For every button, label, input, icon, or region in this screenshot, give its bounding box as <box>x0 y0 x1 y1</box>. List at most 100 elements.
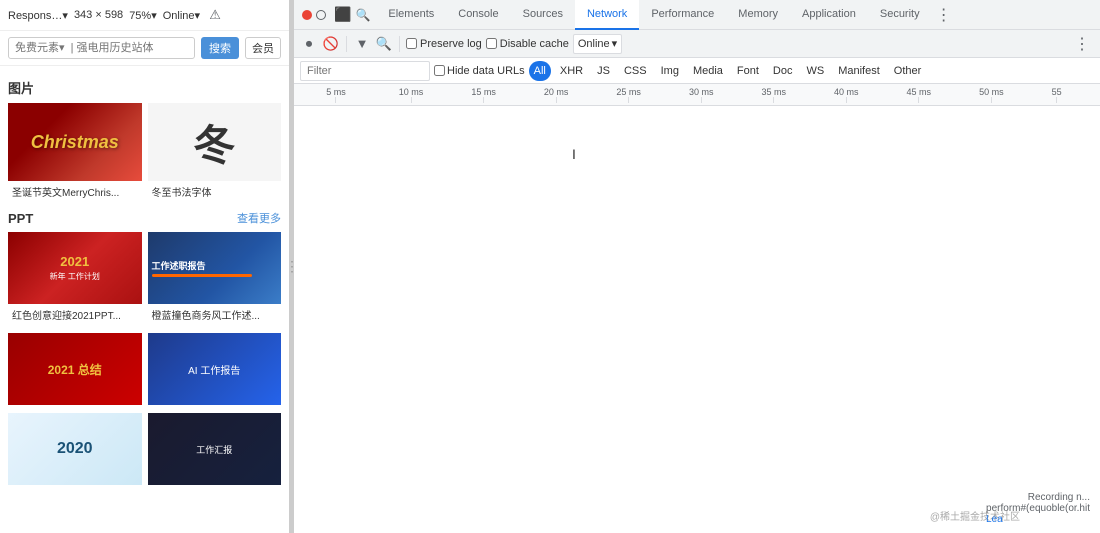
more-options-button[interactable]: ⋮ <box>1070 34 1094 54</box>
disable-cache-label[interactable]: Disable cache <box>486 38 569 50</box>
warning-icon[interactable]: ⚠ <box>206 6 224 24</box>
tab-memory[interactable]: Memory <box>726 0 790 30</box>
tick-15ms: 15 ms <box>471 87 496 103</box>
ppt-card-2020[interactable]: 2020 <box>8 413 142 485</box>
ppt-card-dark[interactable]: 工作汇报 <box>148 413 282 485</box>
search-input[interactable] <box>8 37 195 59</box>
christmas-image: Christmas <box>8 103 142 181</box>
filter-manifest-btn[interactable]: Manifest <box>833 61 885 81</box>
filter-other-btn[interactable]: Other <box>889 61 927 81</box>
image-grid: Christmas 圣诞节英文MerryChris... 冬 冬至书法字体 <box>8 103 281 202</box>
ppt-card-red[interactable]: 2021 新年 工作计划 红色创意迎接2021PPT... <box>8 232 142 325</box>
image-section-title: 图片 <box>8 78 281 97</box>
top-bar: Respons…▾ 343 × 598 75%▾ Online▾ ⚠ <box>0 0 289 31</box>
search-icon[interactable]: 🔍 <box>375 35 393 53</box>
vip-button[interactable]: 会员 <box>245 37 281 59</box>
preserve-log-label[interactable]: Preserve log <box>406 38 482 50</box>
left-panel: Respons…▾ 343 × 598 75%▾ Online▾ ⚠ 搜索 会员… <box>0 0 290 533</box>
tab-network[interactable]: Network <box>575 0 639 30</box>
timeline-ruler: 5 ms 10 ms 15 ms 20 ms 25 ms 30 ms <box>294 84 1100 106</box>
ppt-blue-caption: 橙蓝撞色商务风工作述... <box>148 304 282 325</box>
ppt-red-caption: 红色创意迎接2021PPT... <box>8 304 142 325</box>
clear-network-button[interactable]: 🚫 <box>322 35 340 53</box>
lea-link[interactable]: perform#(equoble(or.hit Lea <box>986 503 1090 525</box>
ppt-card-blue2[interactable]: AI 工作报告 <box>148 333 282 405</box>
hide-data-urls-checkbox[interactable] <box>434 65 445 76</box>
winter-character: 冬 <box>193 112 235 173</box>
ppt-red-subtitle: 新年 工作计划 <box>50 271 100 282</box>
winter-card[interactable]: 冬 冬至书法字体 <box>148 103 282 202</box>
ppt-2020-text: 2020 <box>57 440 93 458</box>
filter-icon[interactable]: ▼ <box>353 35 371 53</box>
devtools-tab-bar: ⬛ 🔍 Elements Console Sources Network Per… <box>294 0 1100 30</box>
tab-bar-icon2: 🔍 <box>355 8 370 22</box>
ppt-red-year: 2021 <box>60 254 89 269</box>
zoom-label[interactable]: 75%▾ <box>129 9 157 22</box>
winter-image: 冬 <box>148 103 282 181</box>
christmas-card[interactable]: Christmas 圣诞节英文MerryChris... <box>8 103 142 202</box>
tick-25ms: 25 ms <box>616 87 641 103</box>
view-more-link[interactable]: 查看更多 <box>237 210 281 226</box>
responsive-label[interactable]: Respons…▾ <box>8 9 68 22</box>
record-dot[interactable] <box>302 10 312 20</box>
devtools-filter-row: Hide data URLs All XHR JS CSS Img Media … <box>294 58 1100 84</box>
ppt-grid-row1: 2021 新年 工作计划 红色创意迎接2021PPT... 工作述职报告 橙蓝撞… <box>8 232 281 325</box>
tab-bar-icon1: ⬛ <box>334 6 351 23</box>
ppt-red2-image: 2021 总结 <box>8 333 142 405</box>
christmas-caption: 圣诞节英文MerryChris... <box>8 181 142 202</box>
ppt-card-blue[interactable]: 工作述职报告 橙蓝撞色商务风工作述... <box>148 232 282 325</box>
filter-font-btn[interactable]: Font <box>732 61 764 81</box>
winter-caption: 冬至书法字体 <box>148 181 282 202</box>
search-area: 搜索 会员 <box>0 31 289 66</box>
preserve-log-checkbox[interactable] <box>406 38 417 49</box>
filter-doc-btn[interactable]: Doc <box>768 61 798 81</box>
tick-30ms: 30 ms <box>689 87 714 103</box>
more-tabs-button[interactable]: ⋮ <box>932 5 956 25</box>
tick-35ms: 35 ms <box>761 87 786 103</box>
devtools-toolbar: ⏺ 🚫 ▼ 🔍 Preserve log Disable cache Onlin… <box>294 30 1100 58</box>
tab-performance[interactable]: Performance <box>639 0 726 30</box>
online-dropdown[interactable]: Online ▾ <box>573 34 622 54</box>
clear-icon[interactable] <box>316 10 326 20</box>
ppt-blue2-text: AI 工作报告 <box>188 362 240 377</box>
christmas-text: Christmas <box>31 132 119 153</box>
filter-input[interactable] <box>300 61 430 81</box>
filter-all-btn[interactable]: All <box>529 61 551 81</box>
online-label[interactable]: Online▾ <box>163 9 200 22</box>
ppt-2020-image: 2020 <box>8 413 142 485</box>
dropdown-arrow-icon: ▾ <box>612 37 618 50</box>
filter-media-btn[interactable]: Media <box>688 61 728 81</box>
content-area: 图片 Christmas 圣诞节英文MerryChris... 冬 冬至书法字体… <box>0 66 289 533</box>
tick-5ms: 5 ms <box>326 87 346 103</box>
ppt-grid-row2: 2021 总结 AI 工作报告 <box>8 333 281 405</box>
search-button[interactable]: 搜索 <box>201 37 239 59</box>
text-cursor: I <box>572 146 576 162</box>
ppt-blue2-image: AI 工作报告 <box>148 333 282 405</box>
three-dot-icon[interactable]: ⋮ <box>1070 34 1094 54</box>
tab-sources[interactable]: Sources <box>511 0 575 30</box>
filter-xhr-btn[interactable]: XHR <box>555 61 588 81</box>
filter-js-btn[interactable]: JS <box>592 61 615 81</box>
tick-45ms: 45 ms <box>907 87 932 103</box>
devtools-panel: ⬛ 🔍 Elements Console Sources Network Per… <box>294 0 1100 533</box>
tick-50ms: 50 ms <box>979 87 1004 103</box>
network-content[interactable]: I Recording n... @稀土掘金技术社区 perform#(equo… <box>294 106 1100 533</box>
tick-10ms: 10 ms <box>399 87 424 103</box>
tab-security[interactable]: Security <box>868 0 932 30</box>
devtools-icons <box>298 10 330 20</box>
toolbar-separator-2 <box>399 36 400 52</box>
record-network-button[interactable]: ⏺ <box>300 35 318 53</box>
tab-console[interactable]: Console <box>446 0 510 30</box>
ppt-section-title: PPT <box>8 211 33 226</box>
disable-cache-checkbox[interactable] <box>486 38 497 49</box>
tab-elements[interactable]: Elements <box>376 0 446 30</box>
hide-data-urls-label[interactable]: Hide data URLs <box>434 65 525 77</box>
filter-css-btn[interactable]: CSS <box>619 61 652 81</box>
tab-application[interactable]: Application <box>790 0 868 30</box>
filter-img-btn[interactable]: Img <box>656 61 684 81</box>
ppt-card-red2[interactable]: 2021 总结 <box>8 333 142 405</box>
ppt-blue-bar <box>152 274 252 277</box>
tick-55: 55 <box>1052 87 1062 103</box>
ppt-dark-text: 工作汇报 <box>196 443 232 456</box>
filter-ws-btn[interactable]: WS <box>801 61 829 81</box>
